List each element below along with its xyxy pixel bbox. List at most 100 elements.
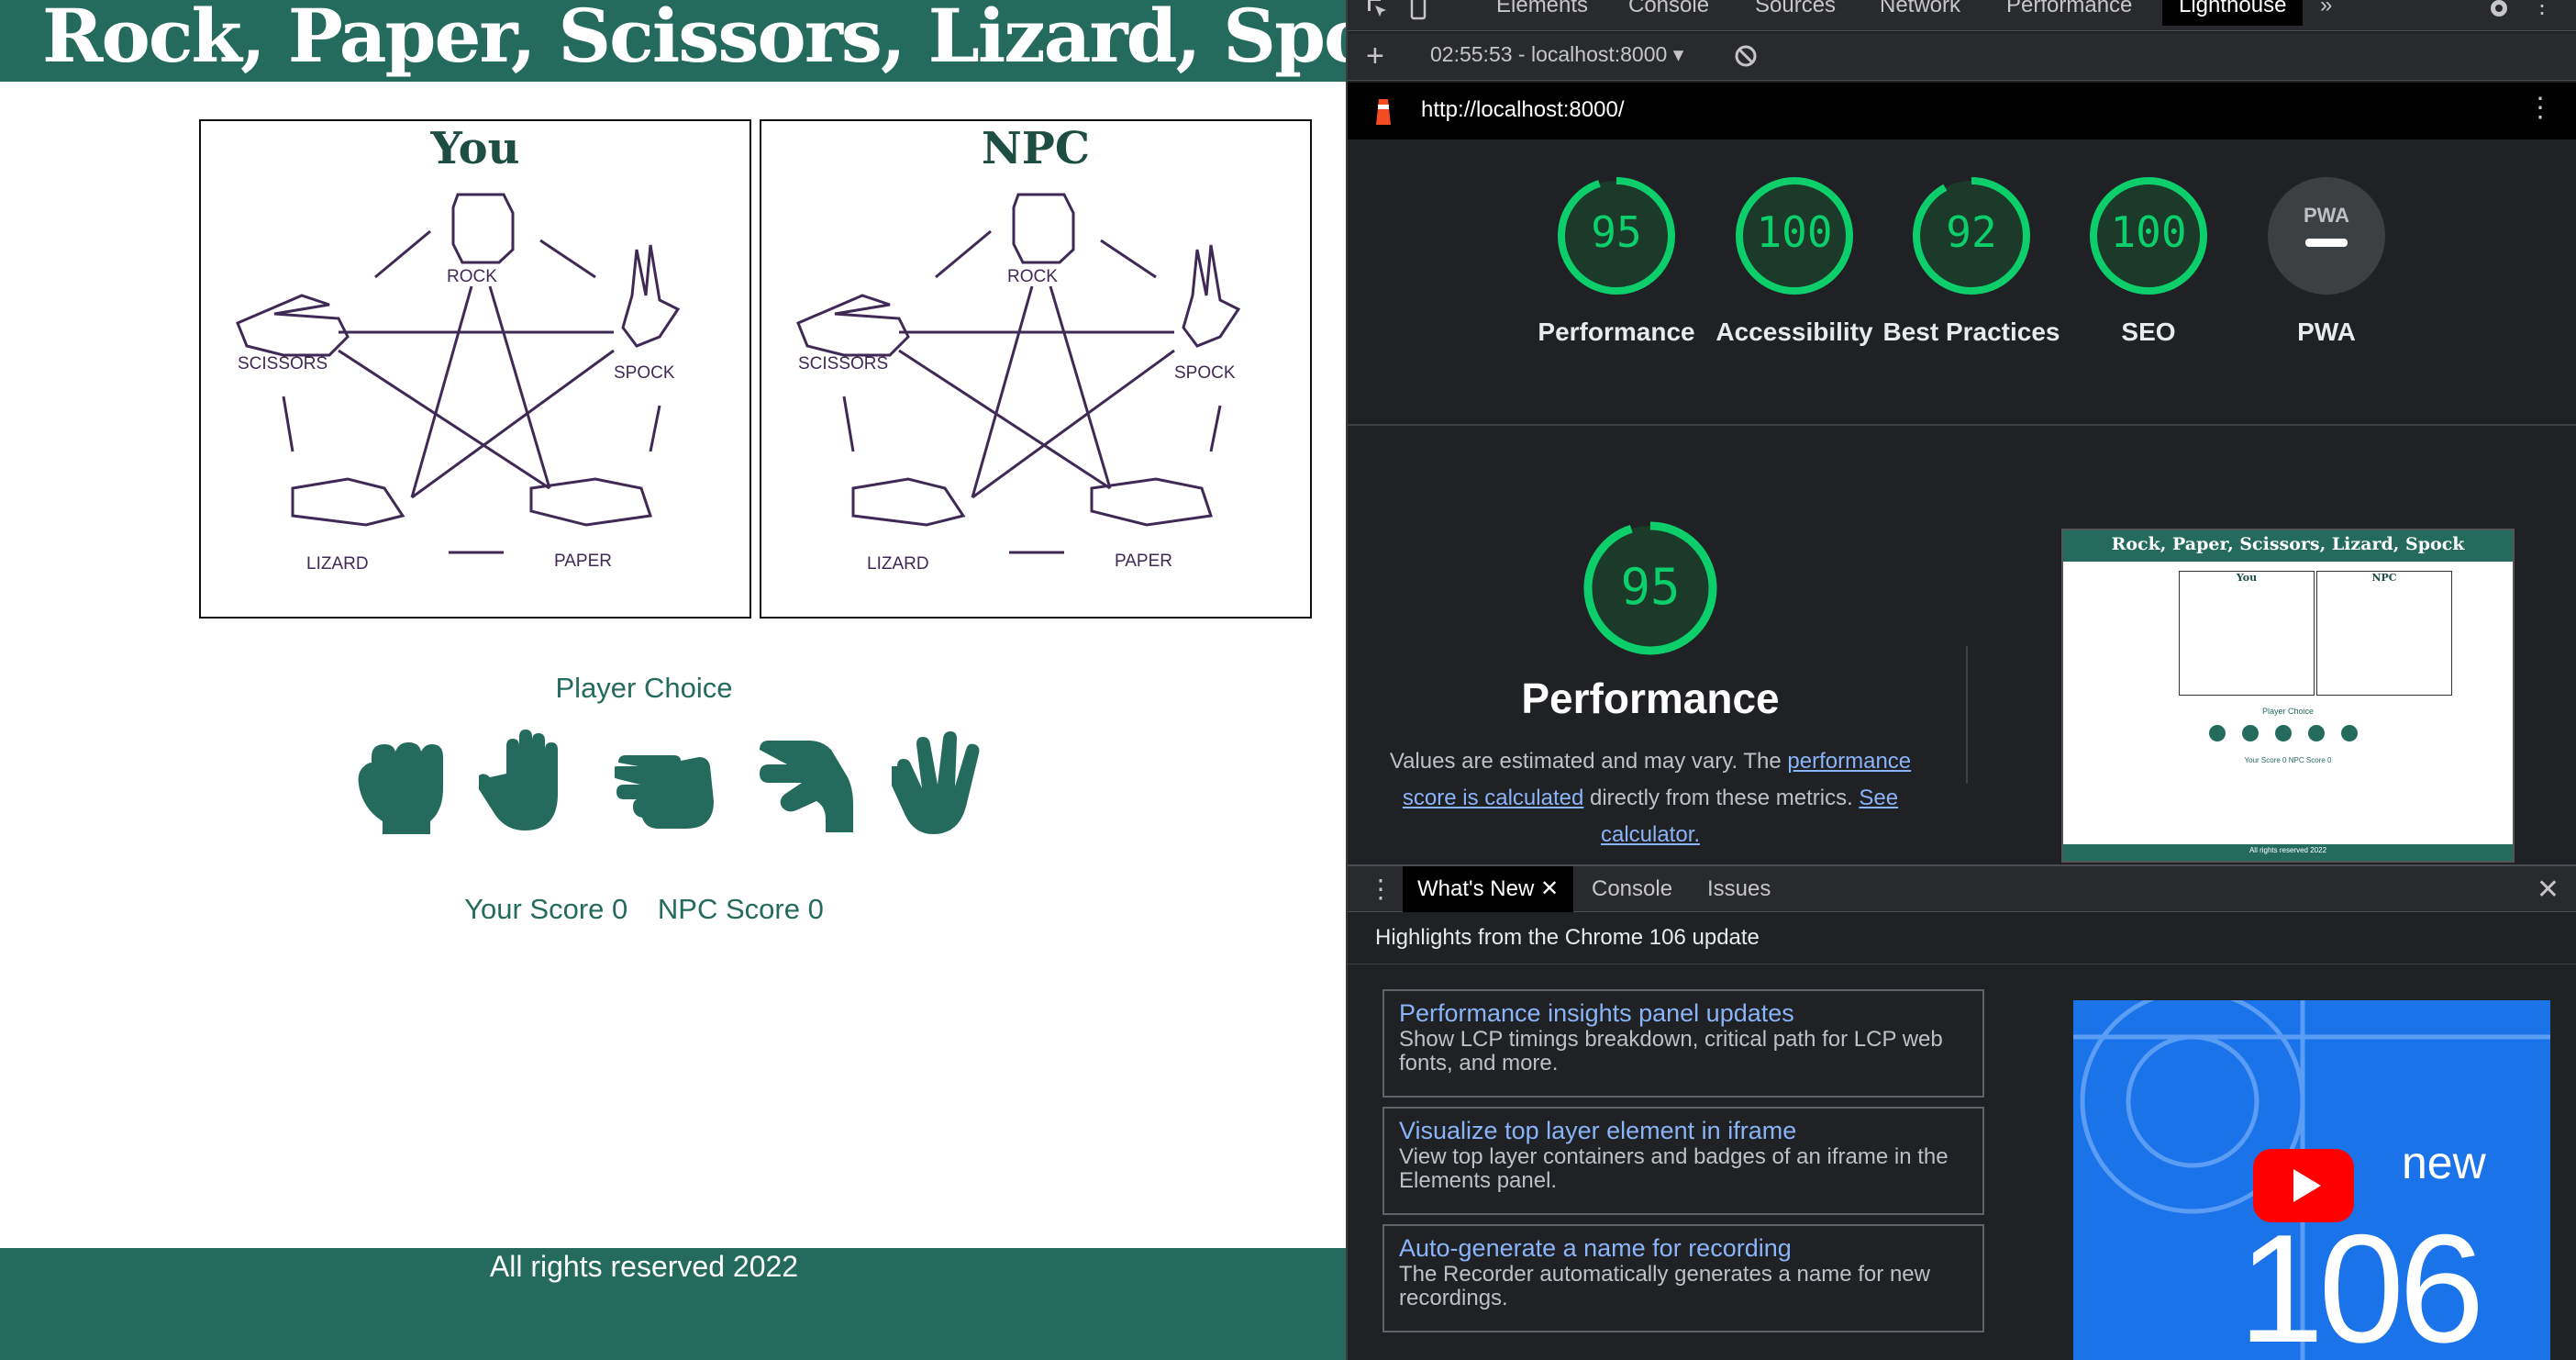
lizard-hand-icon bbox=[851, 477, 966, 527]
rpsls-diagram: ROCK SCISSORS SPOCK LIZARD PAPER bbox=[236, 193, 681, 574]
performance-gauge: 95 bbox=[1582, 519, 1719, 657]
news-body: The Recorder automatically generates a n… bbox=[1399, 1262, 1930, 1310]
close-icon[interactable]: ✕ bbox=[1540, 876, 1559, 901]
thumb-footer-text: All rights reserved 2022 bbox=[2248, 846, 2327, 854]
player-choice-label: Player Choice bbox=[555, 672, 733, 704]
gauge-value: 100 bbox=[1756, 207, 1833, 257]
rock-hand-icon bbox=[358, 742, 443, 834]
gauge-label: Best Practices bbox=[1882, 318, 2060, 346]
tab-drawer-console[interactable]: Console bbox=[1592, 866, 1672, 912]
thumb-hand-icons bbox=[2209, 725, 2358, 741]
paper-button[interactable] bbox=[475, 730, 582, 838]
desc-text: Values are estimated and may vary. The bbox=[1389, 749, 1788, 774]
spock-hand-icon bbox=[1182, 244, 1241, 348]
drawer-menu-icon[interactable]: ⋮ bbox=[1368, 874, 1393, 904]
page-screenshot-thumbnail[interactable]: Rock, Paper, Scissors, Lizard, Spock You… bbox=[2061, 529, 2515, 863]
scissors-hand-icon bbox=[611, 755, 714, 829]
spock-button[interactable] bbox=[886, 730, 994, 838]
tab-performance[interactable]: Performance bbox=[2006, 0, 2132, 24]
gear-icon[interactable] bbox=[2485, 0, 2513, 22]
report-selector-label: 02:55:53 - localhost:8000 bbox=[1430, 42, 1668, 66]
diagram-label-scissors: SCISSORS bbox=[798, 354, 888, 373]
vertical-divider bbox=[1966, 646, 1968, 784]
scissors-hand-icon bbox=[796, 294, 910, 357]
gauge-seo[interactable]: 100 bbox=[2087, 174, 2210, 297]
thumb-board-label: You bbox=[2236, 572, 2258, 584]
thumb-choice-label: Player Choice bbox=[2261, 707, 2315, 716]
gauge-label: Accessibility bbox=[1715, 318, 1873, 346]
news-card[interactable]: Performance insights panel updates Show … bbox=[1382, 989, 1984, 1098]
scissors-button[interactable] bbox=[611, 730, 717, 838]
gauge-value: 95 bbox=[1591, 207, 1642, 257]
player-score: Your Score 0 bbox=[464, 893, 628, 925]
npc-board: NPC ROCK SCISSORS SPOCK LIZARD PAPER bbox=[760, 119, 1312, 619]
close-drawer-icon[interactable]: ✕ bbox=[2537, 874, 2559, 906]
footer-text: All rights reserved 2022 bbox=[489, 1250, 799, 1283]
news-title[interactable]: Auto-generate a name for recording bbox=[1399, 1233, 1968, 1263]
thumb-board-you: You bbox=[2179, 571, 2315, 696]
tab-network[interactable]: Network bbox=[1880, 0, 1960, 24]
rpsls-diagram: ROCK SCISSORS SPOCK LIZARD PAPER bbox=[796, 193, 1241, 574]
gauge-accessibility[interactable]: 100 bbox=[1733, 174, 1856, 297]
scissors-hand-icon bbox=[236, 294, 350, 357]
tab-console[interactable]: Console bbox=[1628, 0, 1709, 24]
more-options-icon[interactable]: ⋮ bbox=[2531, 0, 2553, 24]
device-toolbar-icon[interactable] bbox=[1405, 0, 1432, 22]
news-body: View top layer containers and badges of … bbox=[1399, 1144, 1949, 1193]
news-card[interactable]: Visualize top layer element in iframe Vi… bbox=[1382, 1107, 1984, 1215]
tab-lighthouse[interactable]: Lighthouse bbox=[2162, 0, 2304, 26]
paper-hand-icon bbox=[475, 730, 558, 830]
thumb-scores: Your Score 0 NPC Score 0 bbox=[2063, 756, 2513, 764]
pwa-badge-icon: PWA bbox=[2268, 177, 2385, 295]
tab-drawer-issues[interactable]: Issues bbox=[1707, 866, 1771, 912]
tab-elements[interactable]: Elements bbox=[1496, 0, 1588, 24]
player-board-label: You bbox=[430, 123, 520, 174]
whats-new-headline: Highlights from the Chrome 106 update bbox=[1375, 925, 1760, 950]
diagram-label-scissors: SCISSORS bbox=[238, 354, 328, 373]
thumb-board-npc: NPC bbox=[2316, 571, 2452, 696]
clear-reports-icon[interactable] bbox=[1733, 43, 1759, 69]
gauge-label: SEO bbox=[2121, 318, 2176, 346]
gauge-label: PWA bbox=[2297, 318, 2356, 346]
score-board: Your Score 0 NPC Score 0 bbox=[0, 893, 1288, 926]
news-title[interactable]: Performance insights panel updates bbox=[1399, 998, 1968, 1028]
diagram-label-spock: SPOCK bbox=[614, 363, 675, 383]
diagram-label-rock: ROCK bbox=[1007, 267, 1058, 286]
npc-score: NPC Score 0 bbox=[657, 893, 824, 925]
new-report-button[interactable]: + bbox=[1366, 39, 1384, 74]
report-selector[interactable]: 02:55:53 - localhost:8000 ▾ bbox=[1430, 42, 1683, 67]
performance-description: Values are estimated and may vary. The p… bbox=[1384, 743, 1916, 853]
whats-new-video-thumbnail[interactable]: new 106 bbox=[2073, 1000, 2550, 1360]
report-menu-icon[interactable]: ⋮ bbox=[2526, 92, 2554, 124]
diagram-label-paper: PAPER bbox=[1115, 552, 1172, 571]
section-divider bbox=[1348, 424, 2576, 426]
news-card[interactable]: Auto-generate a name for recording The R… bbox=[1382, 1224, 1984, 1332]
tab-sources[interactable]: Sources bbox=[1755, 0, 1836, 24]
npc-board-label: NPC bbox=[981, 123, 1091, 174]
diagram-label-rock: ROCK bbox=[447, 267, 497, 286]
gauge-label: Performance bbox=[1538, 318, 1695, 346]
rock-hand-icon bbox=[451, 193, 515, 264]
lizard-hand-icon bbox=[760, 741, 853, 832]
spock-hand-icon bbox=[886, 731, 980, 834]
lighthouse-logo-icon bbox=[1376, 99, 1391, 125]
inspect-element-icon[interactable] bbox=[1364, 0, 1392, 22]
gauge-value: 100 bbox=[2110, 207, 2187, 257]
lizard-hand-icon bbox=[291, 477, 405, 527]
rock-button[interactable] bbox=[353, 730, 456, 838]
video-new-label: new bbox=[2402, 1137, 2486, 1188]
gauge-pwa[interactable]: PWA bbox=[2265, 174, 2388, 297]
tab-whats-new[interactable]: What's New ✕ bbox=[1403, 866, 1574, 912]
desc-text: directly from these metrics. bbox=[1583, 786, 1860, 810]
lizard-button[interactable] bbox=[752, 730, 855, 838]
game-page: Rock, Paper, Scissors, Lizard, Spock You bbox=[0, 0, 1346, 1360]
diagram-label-lizard: LIZARD bbox=[306, 554, 369, 574]
news-title[interactable]: Visualize top layer element in iframe bbox=[1399, 1116, 1968, 1145]
performance-score: 95 bbox=[1620, 558, 1681, 616]
more-tabs-icon[interactable]: » bbox=[2320, 0, 2332, 24]
devtools-tabbar: Elements Console Sources Network Perform… bbox=[1348, 0, 2576, 31]
gauge-performance[interactable]: 95 bbox=[1555, 174, 1678, 297]
gauge-best-practices[interactable]: 92 bbox=[1910, 174, 2033, 297]
thumb-npc-score: NPC Score 0 bbox=[2288, 756, 2332, 764]
lighthouse-toolbar: + 02:55:53 - localhost:8000 ▾ bbox=[1348, 33, 2576, 81]
